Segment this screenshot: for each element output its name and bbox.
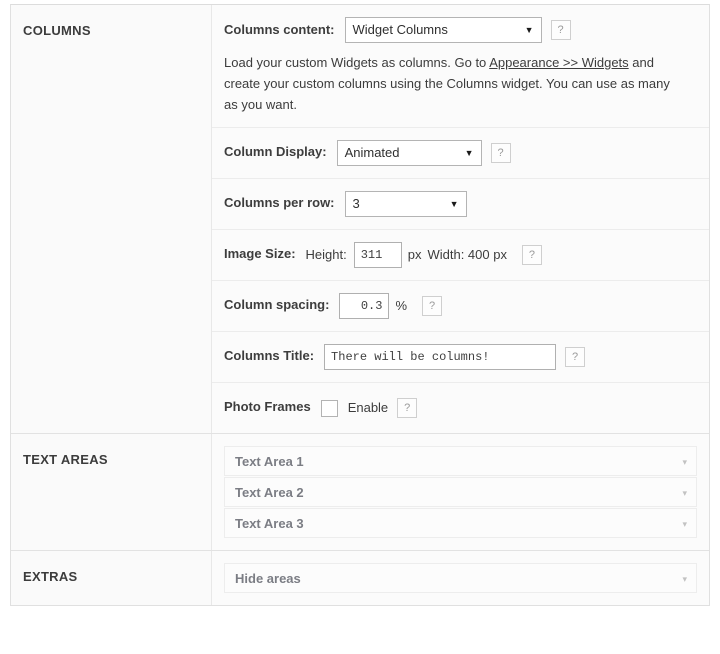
- row-columns-content-control: Columns content: Widget Columns ▼ ?: [224, 17, 697, 43]
- chevron-down-icon: ▼: [464, 148, 474, 158]
- label-column-display: Column Display:: [224, 144, 327, 159]
- row-columns-title-control: ?: [324, 344, 586, 370]
- label-image-height: Height:: [305, 247, 347, 262]
- appearance-widgets-link[interactable]: Appearance >> Widgets: [489, 55, 628, 70]
- label-columns-per-row: Columns per row:: [224, 195, 335, 210]
- chevron-down-icon: ▼: [449, 199, 459, 209]
- row-columns-title: Columns Title: ?: [212, 332, 709, 383]
- row-column-spacing-control: % ?: [339, 293, 443, 319]
- section-title: TEXT AREAS: [23, 452, 108, 467]
- image-height-input[interactable]: [353, 242, 402, 268]
- image-width-text: Width: 400 px: [427, 247, 507, 262]
- accordion-text-area-1[interactable]: Text Area 1 ▾: [224, 446, 697, 476]
- photo-frames-checkbox[interactable]: [320, 399, 338, 417]
- select-columns-per-row-value: 3: [352, 196, 360, 211]
- section-columns: COLUMNS Columns content: Widget Columns …: [11, 5, 709, 434]
- accordion-hide-areas-label: Hide areas: [235, 571, 301, 586]
- description-text-before: Load your custom Widgets as columns. Go …: [224, 55, 490, 70]
- accordion-hide-areas[interactable]: Hide areas ▾: [224, 563, 697, 593]
- row-column-display: Column Display: Animated ▼ ?: [212, 128, 709, 179]
- row-photo-frames-control: Enable ?: [320, 395, 418, 421]
- select-column-display[interactable]: Animated ▼: [336, 140, 482, 166]
- columns-title-input[interactable]: [324, 344, 557, 370]
- select-column-display-value: Animated: [344, 145, 400, 160]
- unit-height-px: px: [407, 247, 422, 262]
- row-image-size: Image Size: Height: px Width: 400 px ?: [212, 230, 709, 281]
- label-image-size: Image Size:: [224, 246, 296, 261]
- theme-options-panel: COLUMNS Columns content: Widget Columns …: [10, 4, 710, 606]
- chevron-down-icon: ▼: [524, 25, 534, 35]
- help-button-column-spacing[interactable]: ?: [422, 296, 443, 316]
- section-text-areas: TEXT AREAS Text Area 1 ▾ Text Area 2 ▾ T…: [11, 434, 709, 551]
- column-spacing-input[interactable]: [339, 293, 390, 319]
- label-columns-title: Columns Title:: [224, 348, 315, 363]
- select-columns-per-row[interactable]: 3 ▼: [344, 191, 467, 217]
- description-columns-content: Load your custom Widgets as columns. Go …: [224, 52, 684, 115]
- row-columns-per-row-control: 3 ▼: [344, 191, 467, 217]
- chevron-down-icon: ▾: [682, 519, 687, 529]
- help-button-columns-title[interactable]: ?: [565, 347, 586, 367]
- section-extras: EXTRAS Hide areas ▾: [11, 551, 709, 605]
- text-areas-accordion: Text Area 1 ▾ Text Area 2 ▾ Text Area 3 …: [212, 434, 709, 550]
- section-extras-body: Hide areas ▾: [211, 551, 709, 605]
- accordion-text-area-2[interactable]: Text Area 2 ▾: [224, 477, 697, 507]
- section-title: COLUMNS: [23, 23, 91, 38]
- help-button-columns-content[interactable]: ?: [550, 20, 571, 40]
- accordion-text-area-2-label: Text Area 2: [235, 485, 304, 500]
- label-photo-frames: Photo Frames: [224, 399, 311, 414]
- row-column-spacing: Column spacing: % ?: [212, 281, 709, 332]
- accordion-text-area-3-label: Text Area 3: [235, 516, 304, 531]
- section-extras-header: EXTRAS: [11, 551, 211, 605]
- section-columns-header: COLUMNS: [11, 5, 211, 433]
- row-columns-content: Columns content: Widget Columns ▼ ? Load…: [212, 5, 709, 128]
- row-columns-per-row: Columns per row: 3 ▼: [212, 179, 709, 230]
- accordion-text-area-3[interactable]: Text Area 3 ▾: [224, 508, 697, 538]
- extras-accordion: Hide areas ▾: [212, 551, 709, 605]
- photo-frames-checkbox-label: Enable: [347, 400, 389, 415]
- select-columns-content-value: Widget Columns: [352, 22, 448, 37]
- accordion-text-area-1-label: Text Area 1: [235, 454, 304, 469]
- row-column-display-control: Animated ▼ ?: [336, 140, 511, 166]
- section-columns-body: Columns content: Widget Columns ▼ ? Load…: [211, 5, 709, 433]
- chevron-down-icon: ▾: [682, 488, 687, 498]
- help-button-column-display[interactable]: ?: [490, 143, 511, 163]
- section-text-areas-header: TEXT AREAS: [11, 434, 211, 550]
- section-title: EXTRAS: [23, 569, 78, 584]
- chevron-down-icon: ▾: [682, 574, 687, 584]
- help-button-image-size[interactable]: ?: [521, 245, 542, 265]
- row-image-size-control: Height: px Width: 400 px ?: [306, 242, 542, 268]
- label-columns-content: Columns content:: [224, 22, 335, 37]
- chevron-down-icon: ▾: [682, 457, 687, 467]
- unit-spacing-percent: %: [395, 298, 408, 313]
- row-photo-frames: Photo Frames Enable ?: [212, 383, 709, 433]
- help-button-photo-frames[interactable]: ?: [397, 398, 418, 418]
- label-column-spacing: Column spacing:: [224, 297, 330, 312]
- select-columns-content[interactable]: Widget Columns ▼: [344, 17, 542, 43]
- section-text-areas-body: Text Area 1 ▾ Text Area 2 ▾ Text Area 3 …: [211, 434, 709, 550]
